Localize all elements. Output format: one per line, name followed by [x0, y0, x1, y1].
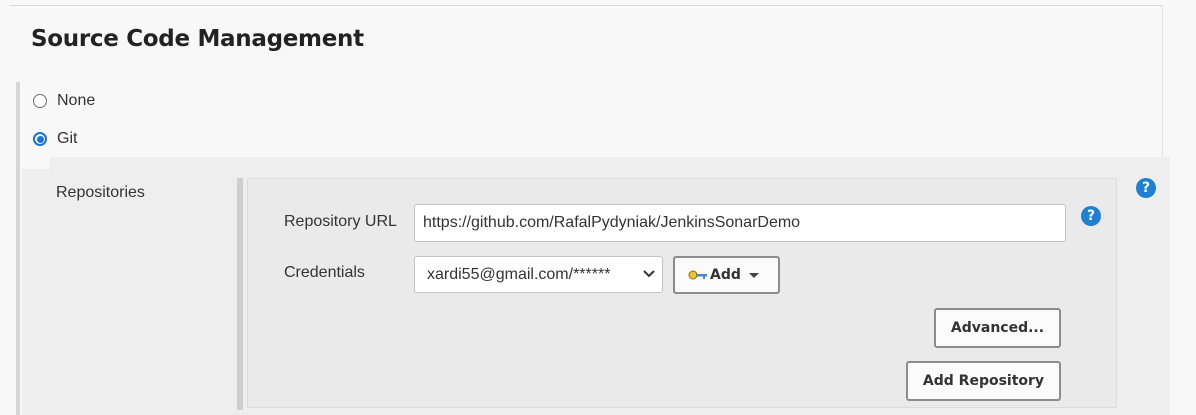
- section-title: Source Code Management: [31, 26, 364, 52]
- add-repository-button[interactable]: Add Repository: [906, 361, 1061, 401]
- caret-down-icon: [748, 272, 759, 278]
- repository-url-label: Repository URL: [284, 213, 397, 230]
- credentials-label: Credentials: [284, 264, 365, 281]
- radio-none-option[interactable]: None: [33, 92, 95, 110]
- radio-git-option[interactable]: Git: [33, 130, 77, 148]
- top-divider: [10, 5, 1162, 6]
- section-indent-bar: [16, 82, 20, 415]
- repository-url-help-icon[interactable]: ?: [1081, 206, 1101, 226]
- repository-url-input[interactable]: https://github.com/RafalPydyniak/Jenkins…: [414, 204, 1066, 242]
- add-button-label: Add: [710, 267, 741, 283]
- credentials-selected-value: xardi55@gmail.com/******: [427, 265, 611, 283]
- credentials-select[interactable]: xardi55@gmail.com/******: [414, 256, 663, 293]
- advanced-button[interactable]: Advanced...: [934, 308, 1061, 348]
- radio-git-label: Git: [57, 130, 78, 147]
- repositories-label: Repositories: [56, 184, 145, 201]
- add-credentials-button[interactable]: Add: [673, 256, 780, 294]
- key-icon: [688, 270, 707, 280]
- radio-git[interactable]: [33, 132, 47, 146]
- radio-none[interactable]: [33, 94, 47, 108]
- repository-indent-bar: [237, 178, 243, 410]
- radio-none-label: None: [57, 92, 96, 109]
- repositories-help-icon[interactable]: ?: [1136, 178, 1156, 198]
- chevron-down-icon: [643, 270, 655, 278]
